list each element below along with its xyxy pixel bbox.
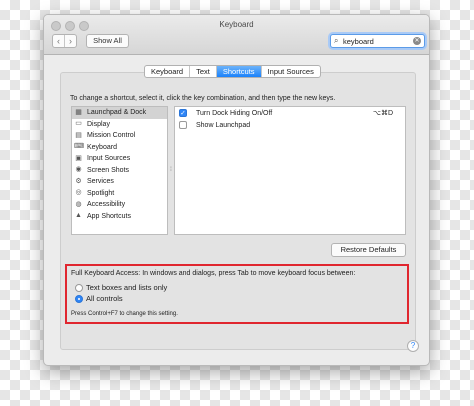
category-item-mission-control[interactable]: ▤ Mission Control bbox=[72, 130, 167, 142]
app-shortcuts-icon: ▲ bbox=[75, 212, 82, 220]
mission-control-icon: ▤ bbox=[75, 131, 82, 139]
radio-text-boxes-lists[interactable]: Text boxes and lists only bbox=[75, 283, 167, 292]
category-label: Services bbox=[87, 178, 114, 186]
radio-button[interactable] bbox=[75, 294, 83, 303]
clear-search-icon[interactable]: ✕ bbox=[413, 37, 421, 45]
shortcut-list[interactable]: ✓ Turn Dock Hiding On/Off ⌥⌘D Show Launc… bbox=[174, 106, 406, 235]
category-label: Input Sources bbox=[87, 155, 131, 163]
full-keyboard-access-note: Press Control+F7 to change this setting. bbox=[71, 311, 178, 317]
input-sources-icon: ▣ bbox=[75, 154, 82, 162]
title-bar: Keyboard ‹ › Show All ⌕ ✕ bbox=[44, 15, 429, 55]
category-item-accessibility[interactable]: ◍ Accessibility bbox=[72, 199, 167, 211]
shortcut-checkbox[interactable]: ✓ bbox=[179, 109, 187, 117]
tab-text[interactable]: Text bbox=[189, 66, 216, 77]
shortcut-label: Turn Dock Hiding On/Off bbox=[196, 109, 273, 117]
launchpad-icon: ▦ bbox=[75, 108, 82, 116]
radio-label: Text boxes and lists only bbox=[86, 283, 168, 292]
category-item-input-sources[interactable]: ▣ Input Sources bbox=[72, 153, 167, 165]
full-keyboard-access-section: Full Keyboard Access: In windows and dia… bbox=[65, 264, 409, 324]
tab-keyboard[interactable]: Keyboard bbox=[145, 66, 189, 77]
category-label: Spotlight bbox=[87, 189, 115, 197]
accessibility-icon: ◍ bbox=[75, 200, 82, 208]
category-item-launchpad-dock[interactable]: ▦ Launchpad & Dock bbox=[72, 107, 167, 119]
category-item-spotlight[interactable]: ◎ Spotlight bbox=[72, 188, 167, 200]
radio-label: All controls bbox=[86, 294, 123, 303]
restore-defaults-button[interactable]: Restore Defaults bbox=[331, 243, 406, 257]
screenshot-icon: ◉ bbox=[75, 166, 82, 174]
search-icon: ⌕ bbox=[334, 36, 339, 45]
navigation-buttons: ‹ › bbox=[52, 34, 77, 48]
tab-bar: Keyboard Text Shortcuts Input Sources bbox=[144, 65, 321, 78]
window-title: Keyboard bbox=[219, 20, 254, 29]
tab-input-sources[interactable]: Input Sources bbox=[260, 66, 320, 77]
category-label: Display bbox=[87, 120, 110, 128]
category-item-display[interactable]: ▭ Display bbox=[72, 119, 167, 131]
radio-all-controls[interactable]: All controls bbox=[75, 294, 123, 303]
forward-icon[interactable]: › bbox=[64, 35, 76, 47]
category-label: Keyboard bbox=[87, 143, 117, 151]
tab-shortcuts[interactable]: Shortcuts bbox=[215, 66, 261, 77]
services-icon: ⚙ bbox=[75, 177, 82, 185]
category-label: Accessibility bbox=[87, 201, 126, 209]
search-field[interactable]: ⌕ ✕ bbox=[330, 34, 425, 48]
category-item-keyboard[interactable]: ⌨ Keyboard bbox=[72, 142, 167, 154]
shortcut-key[interactable]: ⌥⌘D bbox=[373, 109, 393, 117]
instructions-text: To change a shortcut, select it, click t… bbox=[70, 95, 336, 102]
category-item-screen-shots[interactable]: ◉ Screen Shots bbox=[72, 165, 167, 177]
category-item-services[interactable]: ⚙ Services bbox=[72, 176, 167, 188]
shortcut-checkbox[interactable] bbox=[179, 121, 187, 129]
category-label: Launchpad & Dock bbox=[87, 109, 147, 117]
shortcut-label: Show Launchpad bbox=[196, 121, 251, 129]
radio-button[interactable] bbox=[75, 283, 83, 292]
category-list[interactable]: ▦ Launchpad & Dock ▭ Display ▤ Mission C… bbox=[71, 106, 168, 235]
category-item-app-shortcuts[interactable]: ▲ App Shortcuts bbox=[72, 211, 167, 223]
full-keyboard-access-title: Full Keyboard Access: In windows and dia… bbox=[71, 270, 356, 277]
display-icon: ▭ bbox=[75, 120, 82, 128]
shortcut-row-dock-hiding[interactable]: ✓ Turn Dock Hiding On/Off ⌥⌘D bbox=[175, 107, 405, 119]
back-icon[interactable]: ‹ bbox=[53, 35, 64, 47]
keyboard-preferences-window: Keyboard ‹ › Show All ⌕ ✕ Keyboard Text … bbox=[43, 14, 430, 366]
keyboard-icon: ⌨ bbox=[74, 143, 85, 151]
category-label: App Shortcuts bbox=[87, 212, 131, 220]
help-button[interactable]: ? bbox=[407, 340, 419, 352]
shortcut-row-show-launchpad[interactable]: Show Launchpad bbox=[175, 119, 405, 131]
spotlight-icon: ◎ bbox=[75, 189, 82, 197]
search-input[interactable] bbox=[343, 35, 408, 47]
show-all-button[interactable]: Show All bbox=[86, 34, 129, 48]
category-label: Screen Shots bbox=[87, 166, 130, 174]
category-label: Mission Control bbox=[87, 132, 136, 140]
